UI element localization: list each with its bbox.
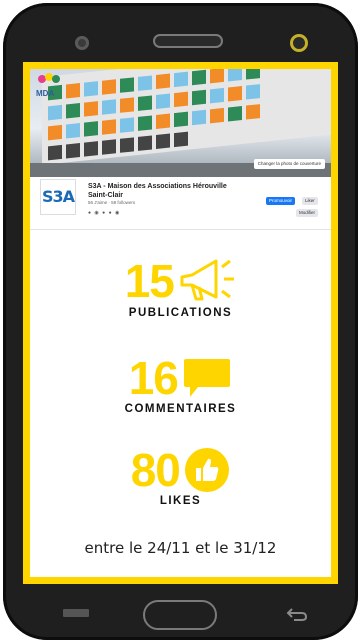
facebook-cover-photo: MDA Changer la photo de couverture xyxy=(30,69,331,177)
stat-publications: 15 PUBLICATIONS xyxy=(30,257,331,319)
period-text: entre le 24/11 et le 31/12 xyxy=(84,539,277,557)
publications-label: PUBLICATIONS xyxy=(128,307,233,319)
building-illustration xyxy=(42,69,331,165)
promote-button[interactable]: Promouvoir xyxy=(266,197,296,205)
comments-label: COMMENTAIRES xyxy=(124,403,237,415)
thumbs-up-icon xyxy=(185,448,230,492)
recent-apps-button[interactable] xyxy=(63,609,89,617)
page-name[interactable]: S3A - Maison des Associations Hérouville… xyxy=(88,182,238,200)
front-camera-icon xyxy=(75,36,89,50)
stat-likes: 80 LIKES xyxy=(30,447,331,507)
mda-logo-text: MDA xyxy=(36,89,55,98)
publications-count: 15 xyxy=(124,255,175,307)
friend-avatars: ● ◉ ● ● ◉ xyxy=(88,210,121,216)
earpiece-speaker xyxy=(153,34,223,48)
sensor-icon xyxy=(290,34,308,52)
megaphone-icon xyxy=(180,259,235,301)
page-subtitle: 56 J'aime · 58 followers xyxy=(88,200,136,205)
edit-button[interactable]: Modifier xyxy=(296,209,319,217)
facebook-page-header: S3A S3A - Maison des Associations Hérouv… xyxy=(30,177,331,230)
likes-count: 80 xyxy=(130,444,181,496)
phone-screen: MDA Changer la photo de couverture S3A S… xyxy=(23,62,338,584)
screen-content: MDA Changer la photo de couverture S3A S… xyxy=(30,69,331,577)
comment-bubble-icon xyxy=(184,359,231,397)
page-avatar[interactable]: S3A xyxy=(40,179,76,215)
like-button[interactable]: Liker xyxy=(302,197,318,205)
likes-label: LIKES xyxy=(159,495,202,507)
back-arrow-icon[interactable] xyxy=(286,606,308,622)
stat-commentaires: 16 COMMENTAIRES xyxy=(30,355,331,415)
comments-count: 16 xyxy=(128,352,179,404)
change-cover-button[interactable]: Changer la photo de couverture xyxy=(253,159,325,169)
home-button[interactable] xyxy=(143,600,217,630)
